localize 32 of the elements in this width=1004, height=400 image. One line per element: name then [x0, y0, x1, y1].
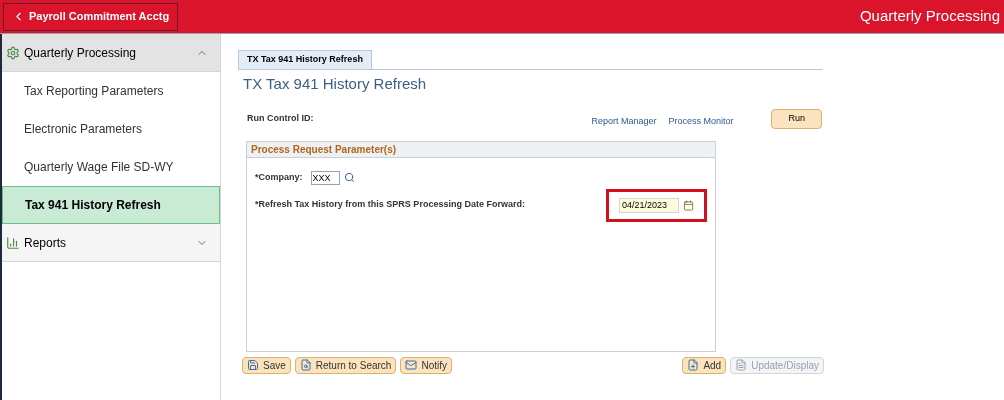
- toolbar-button[interactable]: Return to Search: [294, 356, 397, 374]
- link[interactable]: Report Manager: [591, 115, 657, 129]
- toolbar-button[interactable]: Add: [682, 356, 727, 374]
- document-icon: [735, 359, 748, 371]
- search-icon[interactable]: [343, 172, 355, 183]
- search-document-icon: [299, 359, 312, 371]
- toolbar-button[interactable]: Notify: [400, 356, 452, 374]
- link[interactable]: Process Monitor: [668, 115, 734, 129]
- field-label: *Refresh Tax History from this SPRS Processing Date Forward:: [255, 198, 526, 212]
- date-field[interactable]: 04/21/2023: [619, 197, 679, 213]
- add-document-icon: [687, 359, 700, 371]
- company-field[interactable]: XXX: [310, 170, 340, 185]
- gear-icon: [6, 45, 20, 60]
- sidebar-item[interactable]: Quarterly Wage File SD-WY: [2, 148, 220, 186]
- field-label: Run Control ID:: [247, 112, 314, 125]
- page-title: TX Tax 941 History Refresh: [243, 73, 428, 94]
- sidebar-section[interactable]: Reports: [2, 224, 220, 262]
- sidebar-item[interactable]: Tax Reporting Parameters: [2, 72, 220, 110]
- bar-chart-icon: [6, 235, 20, 250]
- run-button[interactable]: Run: [771, 109, 822, 129]
- toolbar-button[interactable]: Save: [242, 356, 291, 374]
- field-label: *Company:: [255, 170, 303, 184]
- calendar-icon[interactable]: [683, 199, 694, 211]
- sidebar-section[interactable]: Quarterly Processing: [2, 34, 220, 72]
- panel-title: Process Request Parameter(s): [251, 142, 397, 157]
- tab[interactable]: TX Tax 941 History Refresh: [238, 50, 372, 69]
- sidebar-item[interactable]: Tax 941 History Refresh: [2, 186, 220, 224]
- sidebar-item[interactable]: Electronic Parameters: [2, 110, 220, 148]
- envelope-icon: [405, 359, 418, 371]
- page-header-title: Quarterly Processing: [859, 6, 1000, 27]
- save-icon: [247, 359, 259, 371]
- back-button[interactable]: Payroll Commitment Acctg: [3, 2, 179, 31]
